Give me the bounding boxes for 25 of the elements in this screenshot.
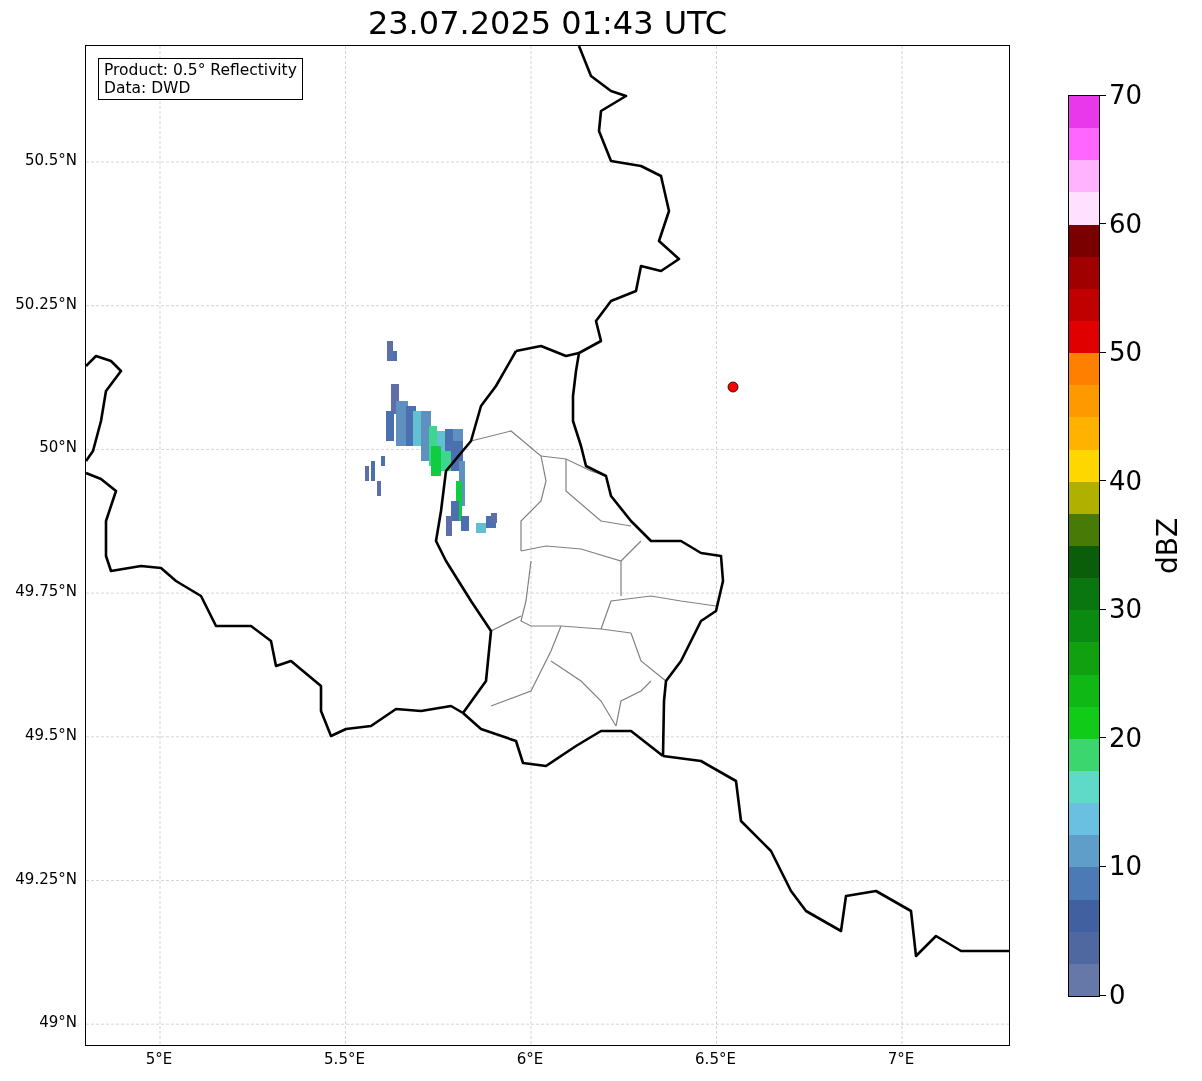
colorbar-tick-label: 20 xyxy=(1109,723,1143,752)
colorbar-tick-label: 50 xyxy=(1109,338,1143,367)
colorbar-tick-label: 0 xyxy=(1109,981,1126,1009)
colorbar-tick-label: 70 xyxy=(1109,81,1143,109)
info-text: Data: DWD xyxy=(104,79,192,97)
info-text: Product: 0.5° Reflectivity xyxy=(104,61,297,79)
latitude-label: 49°N xyxy=(39,1015,77,1031)
latitude-label: 50°N xyxy=(39,440,77,456)
latitude-label: 49.75°N xyxy=(15,584,77,600)
longitude-label: 6.5°E xyxy=(695,1052,736,1067)
longitude-label: 5.5°E xyxy=(324,1052,365,1067)
colorbar-tick-label: 30 xyxy=(1109,595,1143,624)
longitude-label: 6°E xyxy=(516,1052,544,1067)
colorbar-tick-label: 60 xyxy=(1109,209,1143,238)
latitude-label: 49.5°N xyxy=(24,727,77,743)
colorbar-tick-label: 40 xyxy=(1109,466,1143,495)
colorbar-label: dBZ xyxy=(1154,517,1182,575)
longitude-label: 7°E xyxy=(887,1052,915,1067)
longitude-label: 5°E xyxy=(145,1052,173,1067)
latitude-label: 49.25°N xyxy=(15,871,77,887)
colorbar-tick-label: 10 xyxy=(1109,852,1143,881)
chart-title: 23.07.2025 01:43 UTC xyxy=(367,6,728,39)
latitude-label: 50.5°N xyxy=(24,153,77,168)
radar-site-marker xyxy=(727,381,739,393)
latitude-label: 50.25°N xyxy=(15,296,77,312)
